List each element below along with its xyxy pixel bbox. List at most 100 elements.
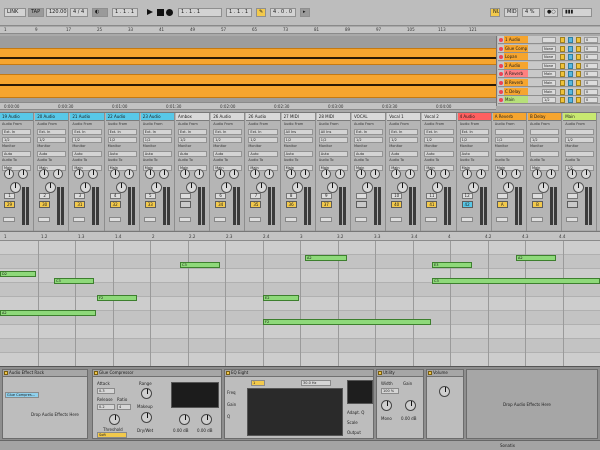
- monitor-selector[interactable]: Auto: [107, 151, 137, 157]
- strip-title[interactable]: 28 MIDI: [316, 113, 350, 121]
- track-activator-button[interactable]: B: [532, 201, 543, 208]
- midi-note-editor[interactable]: C3 A2 E3 A2 C3 F2 E2 C3 A2 F2 D2: [0, 241, 600, 367]
- solo-button[interactable]: [284, 217, 297, 222]
- solo-button[interactable]: [531, 217, 543, 222]
- draw-mode-button[interactable]: ✎: [256, 8, 266, 17]
- input-selector[interactable]: Ext. In: [72, 129, 102, 135]
- strip-title[interactable]: Vocal 1: [387, 113, 421, 121]
- mixer-strip[interactable]: Ambox Audio From Ext. In 1/2 Monitor Auto Audi…: [176, 113, 211, 231]
- send-b-knob[interactable]: [546, 169, 556, 179]
- input-selector[interactable]: All Ins: [318, 129, 348, 135]
- mixer-strip[interactable]: 19 Audio Audio From Ext. In 1/2 Monitor Auto A…: [0, 113, 35, 231]
- solo-button[interactable]: [568, 71, 573, 78]
- activator-button[interactable]: [560, 62, 565, 69]
- loop-length[interactable]: 4 . 0 . 0: [270, 8, 296, 17]
- track-number-button[interactable]: 12: [461, 193, 473, 199]
- input-selector[interactable]: [530, 129, 560, 135]
- send-a-knob[interactable]: [180, 169, 190, 179]
- solo-button[interactable]: [319, 217, 332, 222]
- solo-button[interactable]: [568, 54, 573, 61]
- strip-title[interactable]: 26 Audio: [246, 113, 280, 121]
- mixer-strip[interactable]: 26 Audio Audio From Ext. In 1/2 Monitor Auto A…: [246, 113, 281, 231]
- pan-knob[interactable]: [362, 182, 373, 193]
- solo-button[interactable]: [73, 217, 86, 222]
- pan-knob[interactable]: [45, 182, 57, 193]
- power-icon[interactable]: [378, 371, 382, 375]
- volume-value[interactable]: 0: [584, 97, 598, 104]
- eq-value-display[interactable]: 30.0 Hz: [301, 380, 331, 386]
- solo-button[interactable]: [566, 217, 579, 222]
- makeup-knob-2[interactable]: [201, 414, 212, 425]
- arrangement-view[interactable]: [0, 36, 496, 102]
- pan-knob[interactable]: [291, 182, 303, 193]
- metronome-button[interactable]: ◐: [92, 8, 108, 17]
- utility-device[interactable]: Utility Width 100 % Mono Gain 0.00 dB: [376, 369, 424, 439]
- pan-knob[interactable]: [186, 182, 197, 193]
- track-output-chip[interactable]: None: [542, 62, 556, 69]
- arm-button[interactable]: [576, 54, 581, 61]
- track-activator-button[interactable]: 40: [391, 201, 403, 208]
- pan-knob[interactable]: [10, 182, 21, 193]
- send-b-knob[interactable]: [370, 169, 380, 179]
- volume-value[interactable]: 0: [584, 80, 598, 86]
- monitor-selector[interactable]: Auto: [459, 151, 489, 157]
- strip-title[interactable]: 27 MIDI: [281, 113, 315, 121]
- meter-field[interactable]: 4 / 4: [70, 8, 88, 17]
- arm-button[interactable]: [576, 71, 581, 78]
- midi-map-button[interactable]: MIDI: [504, 8, 518, 17]
- glue-compressor[interactable]: Glue Compressor Attack 0.3 Release 0.2 R…: [92, 369, 222, 439]
- solo-button[interactable]: [568, 45, 573, 52]
- solo-button[interactable]: [249, 217, 262, 222]
- pan-knob[interactable]: [573, 182, 585, 193]
- track-activator-button[interactable]: 32: [109, 201, 121, 208]
- monitor-selector[interactable]: Auto: [248, 151, 278, 157]
- solo-button[interactable]: [214, 217, 227, 222]
- track-output-chip[interactable]: 1/2: [542, 97, 556, 104]
- monitor-selector[interactable]: Auto: [318, 151, 348, 157]
- send-b-knob[interactable]: [510, 169, 521, 179]
- monitor-selector[interactable]: Auto: [354, 151, 384, 157]
- track-number-button[interactable]: 9: [320, 193, 332, 199]
- solo-button[interactable]: [568, 97, 573, 104]
- monitor-selector[interactable]: Auto: [389, 151, 419, 157]
- mixer-strip[interactable]: Vocal 1 Audio From Ext. In 1/2 Monitor Auto Au…: [387, 113, 422, 231]
- strip-title[interactable]: 20 Audio: [35, 113, 69, 121]
- send-a-knob[interactable]: [426, 169, 437, 179]
- input-channel-selector[interactable]: 1/2: [459, 137, 489, 143]
- monitor-selector[interactable]: Auto: [72, 151, 102, 157]
- width-knob[interactable]: [381, 400, 392, 411]
- follow-button[interactable]: ▸: [300, 8, 310, 17]
- pan-knob[interactable]: [432, 182, 444, 193]
- volume-value[interactable]: 0: [584, 54, 598, 61]
- power-icon[interactable]: [226, 371, 230, 375]
- volume-device[interactable]: Volume: [426, 369, 464, 439]
- monitor-selector[interactable]: Auto: [283, 151, 313, 157]
- send-a-knob[interactable]: [567, 169, 578, 179]
- midi-note[interactable]: C3: [432, 278, 600, 284]
- pan-knob[interactable]: [150, 182, 162, 193]
- input-channel-selector[interactable]: 1/2: [354, 137, 384, 143]
- input-selector[interactable]: Ext. In: [424, 129, 454, 135]
- volume-value[interactable]: 0: [584, 37, 598, 43]
- send-b-knob[interactable]: [299, 169, 310, 179]
- pan-knob[interactable]: [397, 182, 409, 193]
- arrangement-track-header[interactable]: Lopan None 0: [498, 53, 600, 62]
- pan-knob[interactable]: [115, 182, 127, 193]
- track-number-button[interactable]: 10: [391, 193, 403, 199]
- midi-note[interactable]: E3: [432, 262, 472, 268]
- attack-value[interactable]: 0.3: [97, 388, 115, 394]
- track-number-button[interactable]: 11: [426, 193, 438, 199]
- send-b-knob[interactable]: [264, 169, 275, 179]
- arm-button[interactable]: [576, 37, 581, 43]
- input-channel-selector[interactable]: 1/2: [37, 137, 67, 143]
- threshold-knob-2[interactable]: [179, 414, 190, 425]
- midi-note[interactable]: A2: [305, 255, 347, 261]
- arrangement-track-header[interactable]: A Reverb Main 0: [498, 70, 600, 79]
- width-value[interactable]: 100 %: [381, 388, 399, 394]
- input-selector[interactable]: Ext. In: [37, 129, 67, 135]
- power-icon[interactable]: [4, 371, 8, 375]
- mixer-strip[interactable]: 27 MIDI Audio From All Ins 1/2 Monitor Auto Au…: [281, 113, 316, 231]
- input-selector[interactable]: Ext. In: [178, 129, 208, 135]
- track-activator-button[interactable]: 29: [4, 201, 15, 208]
- send-a-knob[interactable]: [356, 169, 366, 179]
